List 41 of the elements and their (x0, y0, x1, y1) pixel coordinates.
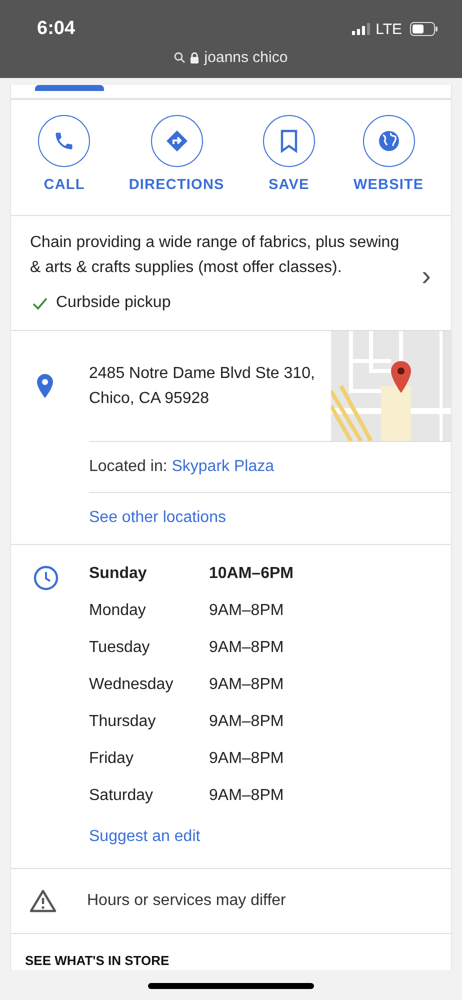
day-label: Saturday (89, 787, 154, 806)
hours-text: 9AM–8PM (209, 750, 284, 769)
phone-icon (53, 130, 76, 152)
clock-time: 6:04 (37, 18, 76, 40)
day-label: Sunday (89, 565, 148, 584)
network-label: LTE (376, 20, 402, 38)
hours-text: 9AM–8PM (209, 602, 284, 621)
hours-text: 10AM–6PM (209, 565, 294, 584)
section-heading: SEE WHAT'S IN STORE (25, 953, 170, 968)
place-link[interactable]: Skypark Plaza (172, 458, 274, 475)
day-label: Monday (89, 602, 147, 621)
day-label: Friday (89, 750, 134, 769)
directions-icon (164, 129, 189, 153)
hours-text: 9AM–8PM (209, 676, 284, 695)
day-label: Wednesday (89, 676, 174, 695)
check-icon (32, 296, 48, 310)
action-button[interactable]: WEBSITE (353, 115, 424, 193)
battery-icon (410, 22, 438, 36)
address-text: 2485 Notre Dame Blvd Ste 310, Chico, CA 95928 (89, 364, 316, 409)
tab-indicator (35, 85, 104, 91)
address-bar[interactable]: joanns chico (174, 49, 288, 66)
day-label: Tuesday (89, 639, 151, 658)
suggest-edit-link[interactable]: Suggest an edit (89, 828, 294, 846)
location-pin-icon (36, 373, 54, 399)
lock-icon (190, 52, 200, 64)
hours-text: 9AM–8PM (209, 787, 284, 806)
search-icon (174, 52, 186, 63)
day-label: Thursday (89, 713, 157, 732)
warning-icon (29, 889, 57, 913)
feature-label: Curbside pickup (56, 294, 171, 312)
description-text: Chain providing a wide range of fabrics, plus sewing & arts & crafts supplies (most offer classes). (30, 233, 400, 278)
hours-text: 9AM–8PM (209, 713, 284, 732)
other-locations-link[interactable]: See other locations (89, 509, 226, 526)
notice-text: Hours or services may differ (87, 892, 286, 910)
globe-icon (376, 129, 401, 153)
located-in-text: Located in: Skypark Plaza (89, 458, 275, 476)
action-button[interactable]: DIRECTIONS (128, 115, 224, 193)
hours-text: 9AM–8PM (209, 639, 284, 658)
bookmark-icon (280, 129, 298, 153)
clock-icon (33, 565, 59, 591)
signal-icon (352, 23, 372, 35)
